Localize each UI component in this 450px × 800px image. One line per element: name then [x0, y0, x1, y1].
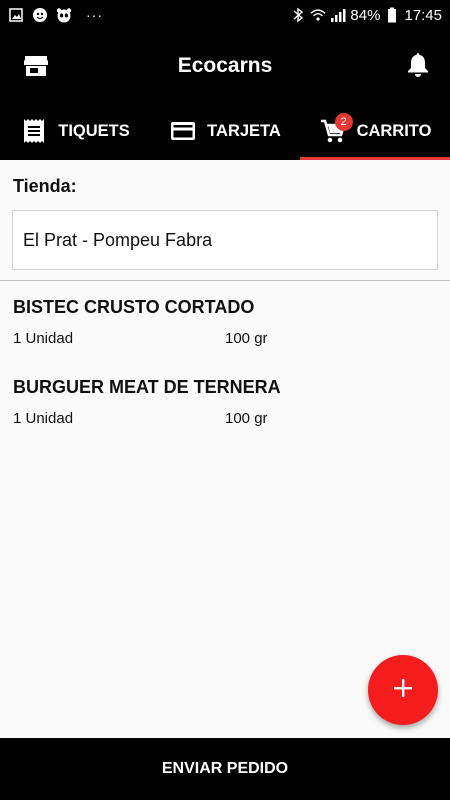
product-weight: 100 gr — [225, 330, 268, 347]
app-icon — [32, 7, 48, 23]
send-order-button[interactable]: ENVIAR PEDIDO — [0, 738, 450, 800]
product-name: BISTEC CRUSTO CORTADO — [13, 297, 255, 317]
receipt-icon — [20, 117, 48, 145]
app-title: Ecocarns — [177, 54, 273, 77]
store-label: Tienda: — [13, 176, 77, 196]
image-icon — [8, 7, 24, 23]
tab-tiquets[interactable]: TIQUETS — [0, 102, 150, 160]
product-quantity: 1 Unidad — [13, 410, 74, 427]
store-icon[interactable] — [22, 52, 50, 80]
battery-percent: 84% — [350, 6, 381, 24]
panda-icon — [56, 7, 72, 23]
signal-icon — [330, 7, 346, 23]
bell-icon[interactable] — [404, 50, 432, 78]
tab-tiquets-label: TIQUETS — [58, 121, 130, 140]
wifi-icon — [310, 7, 327, 23]
credit-card-icon — [169, 117, 197, 145]
tab-tarjeta[interactable]: TARJETA — [150, 102, 300, 160]
product-weight: 100 gr — [225, 410, 268, 427]
tab-carrito[interactable]: 2 CARRITO — [300, 102, 450, 160]
product-quantity: 1 Unidad — [13, 330, 74, 347]
tab-tarjeta-label: TARJETA — [207, 121, 281, 140]
bluetooth-icon — [290, 7, 306, 23]
app-bar: Ecocarns — [0, 30, 450, 102]
divider — [0, 280, 450, 281]
cart-icon: 2 — [319, 113, 353, 145]
cart-count-badge: 2 — [334, 113, 353, 131]
tab-bar: TIQUETS TARJETA 2 CARRITO — [0, 102, 450, 160]
plus-icon — [392, 677, 414, 704]
clock: 17:45 — [404, 6, 442, 24]
list-item[interactable]: BURGUER MEAT DE TERNERA 1 Unidad 100 gr — [13, 377, 437, 427]
battery-icon — [384, 7, 400, 23]
tab-carrito-label: CARRITO — [356, 121, 432, 140]
status-bar: ··· 84% 17:45 — [0, 0, 450, 30]
more-notifications: ··· — [86, 7, 103, 23]
add-product-button[interactable] — [368, 655, 438, 725]
product-name: BURGUER MEAT DE TERNERA — [13, 377, 281, 397]
store-select[interactable]: El Prat - Pompeu Fabra — [12, 210, 438, 270]
list-item[interactable]: BISTEC CRUSTO CORTADO 1 Unidad 100 gr — [13, 297, 437, 347]
